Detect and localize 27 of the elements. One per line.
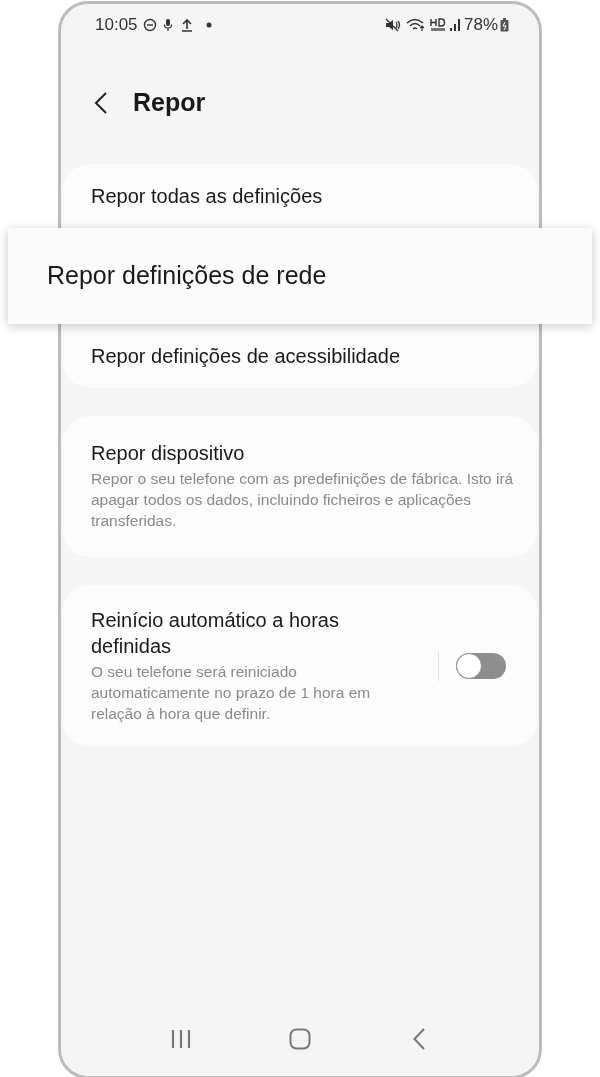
highlighted-setting-item[interactable]: Repor definições de rede — [8, 228, 592, 324]
setting-description: O seu telefone será reiniciado automaticamente no prazo de 1 hora em relação à hora que definir. — [91, 662, 372, 724]
setting-title: Repor definições de acessibilidade — [91, 344, 402, 369]
battery-icon — [500, 18, 509, 32]
microphone-icon — [162, 18, 173, 32]
status-time: 10:05 — [95, 14, 138, 37]
setting-item[interactable]: Repor dispositivo Repor o seu telefone com as predefinições de fábrica. Isto irá apagar todos os dados, incluindo ficheiros e aplicações transferidas. — [62, 416, 538, 557]
do-not-disturb-icon — [142, 18, 157, 32]
setting-title: Repor dispositivo — [91, 441, 246, 466]
recent-apps-icon — [169, 1029, 192, 1049]
setting-item[interactable]: Repor todas as definições — [62, 164, 538, 228]
setting-item[interactable]: Repor definições de acessibilidade — [62, 324, 538, 388]
battery-percentage: 78% — [463, 14, 498, 37]
back-icon — [94, 91, 108, 115]
wifi-icon — [405, 18, 426, 32]
setting-title: Repor todas as definições — [91, 184, 324, 209]
dot-icon — [205, 22, 212, 28]
toggle-switch[interactable] — [456, 652, 506, 679]
mute-icon — [384, 18, 401, 32]
upload-icon — [180, 18, 193, 32]
setting-description: Repor o seu telefone com as predefinições de fábrica. Isto irá apagar todos os dados, incluindo ficheiros e aplicações transferidas. — [91, 469, 514, 531]
signal-icon — [448, 18, 461, 32]
home-icon — [289, 1028, 311, 1050]
setting-title: Reinício automático a horas definidas — [91, 608, 340, 659]
back-icon — [413, 1028, 426, 1050]
page-title: Repor — [133, 87, 206, 119]
hd-voice-icon — [429, 18, 446, 32]
